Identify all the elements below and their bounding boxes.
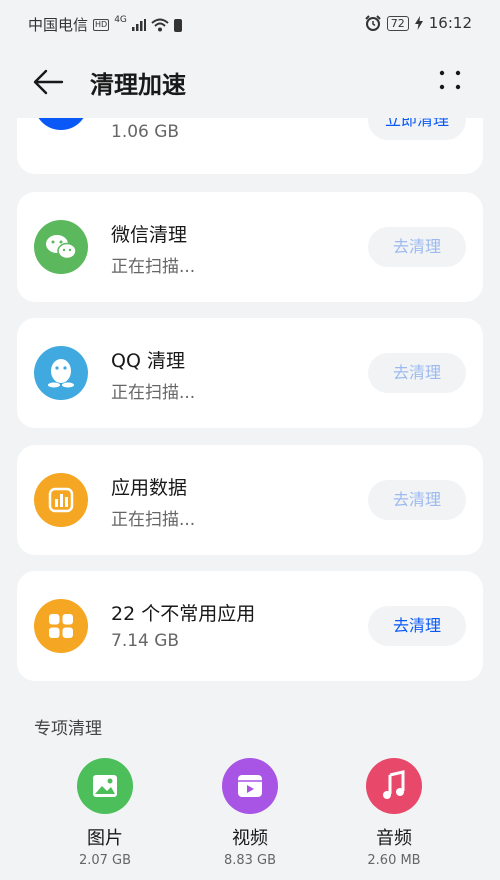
app-data-icon <box>34 473 88 527</box>
music-icon <box>366 758 422 814</box>
status-bar: 中国电信 HD 4G 72 16:12 <box>0 0 500 50</box>
network-type: 4G <box>114 14 127 25</box>
card-title: 应用数据 <box>111 477 188 499</box>
special-item-label: 视频 <box>232 828 268 849</box>
special-item-images[interactable]: 图片 2.07 GB <box>45 758 165 868</box>
page-title: 清理加速 <box>90 71 186 99</box>
scroll-area[interactable]: 1.06 GB 立即清理 微信清理 正在扫描... 去清理 QQ 清理 正在扫描… <box>0 118 500 880</box>
card-unused-apps[interactable]: 22 个不常用应用 7.14 GB 去清理 <box>17 571 483 681</box>
back-button[interactable] <box>30 64 66 100</box>
card-title: 22 个不常用应用 <box>111 603 256 625</box>
wifi-icon <box>151 18 169 31</box>
signal-icon <box>131 18 146 31</box>
carrier-label: 中国电信 <box>28 16 89 34</box>
special-item-label: 音频 <box>376 828 412 849</box>
go-clean-button[interactable]: 去清理 <box>368 353 466 393</box>
sim-icon <box>173 18 182 32</box>
special-item-label: 图片 <box>87 828 123 849</box>
clock: 16:12 <box>428 14 472 32</box>
hd-badge: HD <box>93 18 110 31</box>
special-item-videos[interactable]: 视频 8.83 GB <box>190 758 310 868</box>
back-arrow-icon <box>33 69 64 95</box>
card-title: QQ 清理 <box>111 350 185 372</box>
video-icon <box>222 758 278 814</box>
storage-icon <box>34 118 88 130</box>
card-subtitle: 正在扫描... <box>111 383 196 403</box>
clean-now-button[interactable]: 立即清理 <box>368 118 466 140</box>
card-title: 微信清理 <box>111 224 188 246</box>
alarm-icon <box>365 15 381 31</box>
app-bar: 清理加速 <box>0 50 500 112</box>
special-item-size: 2.07 GB <box>78 853 132 868</box>
battery-level: 72 <box>386 15 409 31</box>
status-left: 中国电信 HD 4G <box>28 14 182 35</box>
image-icon <box>77 758 133 814</box>
card-wechat-clean[interactable]: 微信清理 正在扫描... 去清理 <box>17 192 483 302</box>
wechat-icon <box>34 220 88 274</box>
charging-icon <box>414 16 423 30</box>
special-item-size: 2.60 MB <box>367 853 421 868</box>
card-app-data[interactable]: 应用数据 正在扫描... 去清理 <box>17 445 483 555</box>
special-item-size: 8.83 GB <box>223 853 277 868</box>
card-subtitle: 7.14 GB <box>111 631 180 651</box>
qq-icon <box>34 346 88 400</box>
status-right: 72 16:12 <box>365 14 472 32</box>
more-dots-icon <box>439 70 461 90</box>
go-clean-button[interactable]: 去清理 <box>368 227 466 267</box>
card-subtitle: 正在扫描... <box>111 510 196 530</box>
top-card-size: 1.06 GB <box>111 122 180 142</box>
top-clean-card[interactable]: 1.06 GB 立即清理 <box>17 118 483 174</box>
card-subtitle: 正在扫描... <box>111 257 196 277</box>
special-item-audio[interactable]: 音频 2.60 MB <box>334 758 454 868</box>
section-title-special: 专项清理 <box>34 719 102 739</box>
card-qq-clean[interactable]: QQ 清理 正在扫描... 去清理 <box>17 318 483 428</box>
apps-grid-icon <box>34 599 88 653</box>
more-options-button[interactable] <box>438 68 462 92</box>
go-clean-button[interactable]: 去清理 <box>368 480 466 520</box>
go-clean-button[interactable]: 去清理 <box>368 606 466 646</box>
